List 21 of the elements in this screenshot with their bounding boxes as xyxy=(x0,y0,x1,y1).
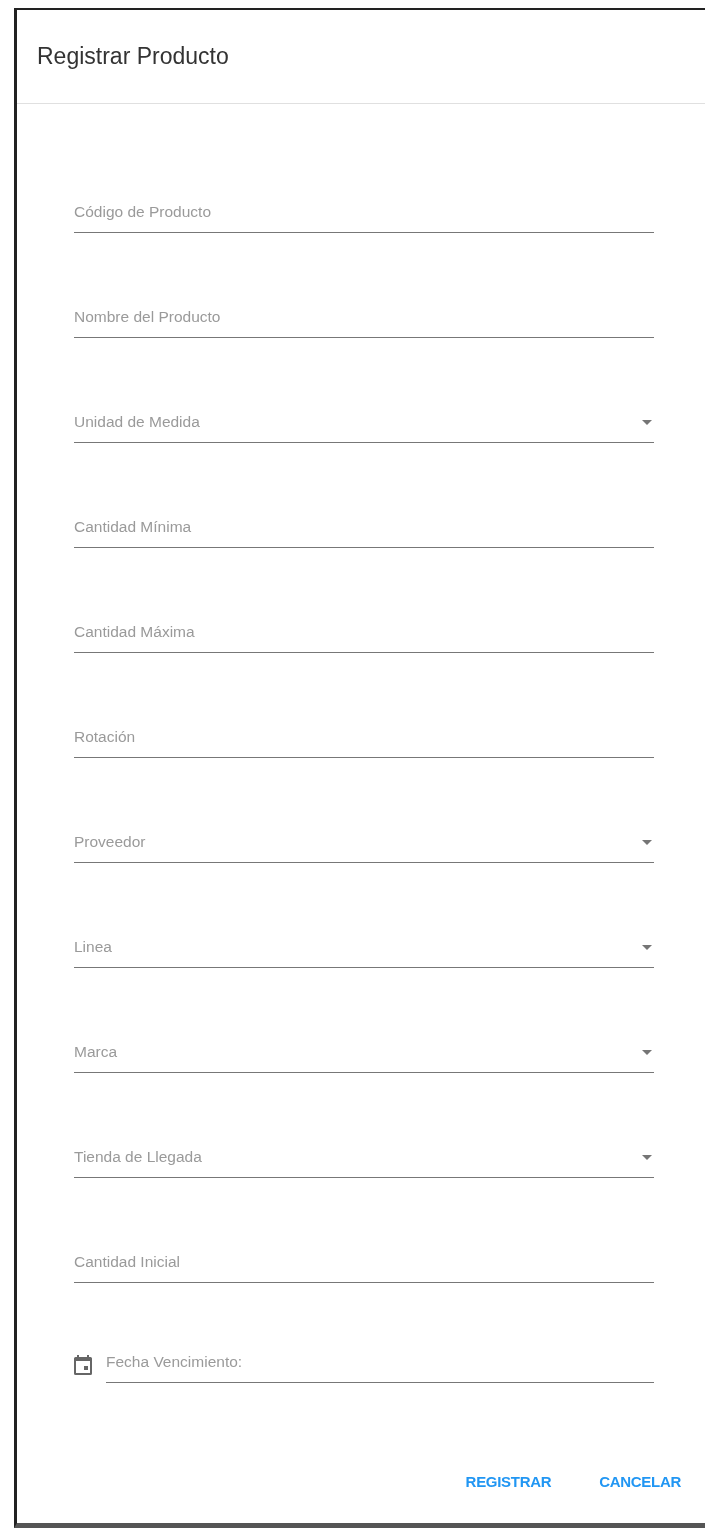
calendar-icon xyxy=(74,1355,92,1375)
caret-icon xyxy=(642,1049,652,1055)
input-field[interactable]: Cantidad Mínima xyxy=(74,516,654,548)
date-field[interactable]: Fecha Vencimiento: xyxy=(106,1351,654,1383)
input-field[interactable]: Código de Producto xyxy=(74,201,654,233)
select-field[interactable]: Proveedor xyxy=(74,831,654,863)
input-field[interactable]: Cantidad Inicial xyxy=(74,1251,654,1283)
select-field[interactable]: Tienda de Llegada xyxy=(74,1146,654,1178)
input-field[interactable]: Rotación xyxy=(74,726,654,758)
select-field[interactable]: Unidad de Medida xyxy=(74,411,654,443)
caret-icon xyxy=(642,419,652,425)
caret-icon xyxy=(642,944,652,950)
caret-icon xyxy=(642,839,652,845)
input-field[interactable]: Nombre del Producto xyxy=(74,306,654,338)
dialog-title: Registrar Producto xyxy=(37,43,229,70)
input-field[interactable]: Cantidad Máxima xyxy=(74,621,654,653)
select-field[interactable]: Marca xyxy=(74,1041,654,1073)
caret-icon xyxy=(642,1154,652,1160)
select-field[interactable]: Linea xyxy=(74,936,654,968)
cancel-button[interactable]: CANCELAR xyxy=(585,1465,695,1498)
register-button[interactable]: REGISTRAR xyxy=(451,1465,566,1498)
